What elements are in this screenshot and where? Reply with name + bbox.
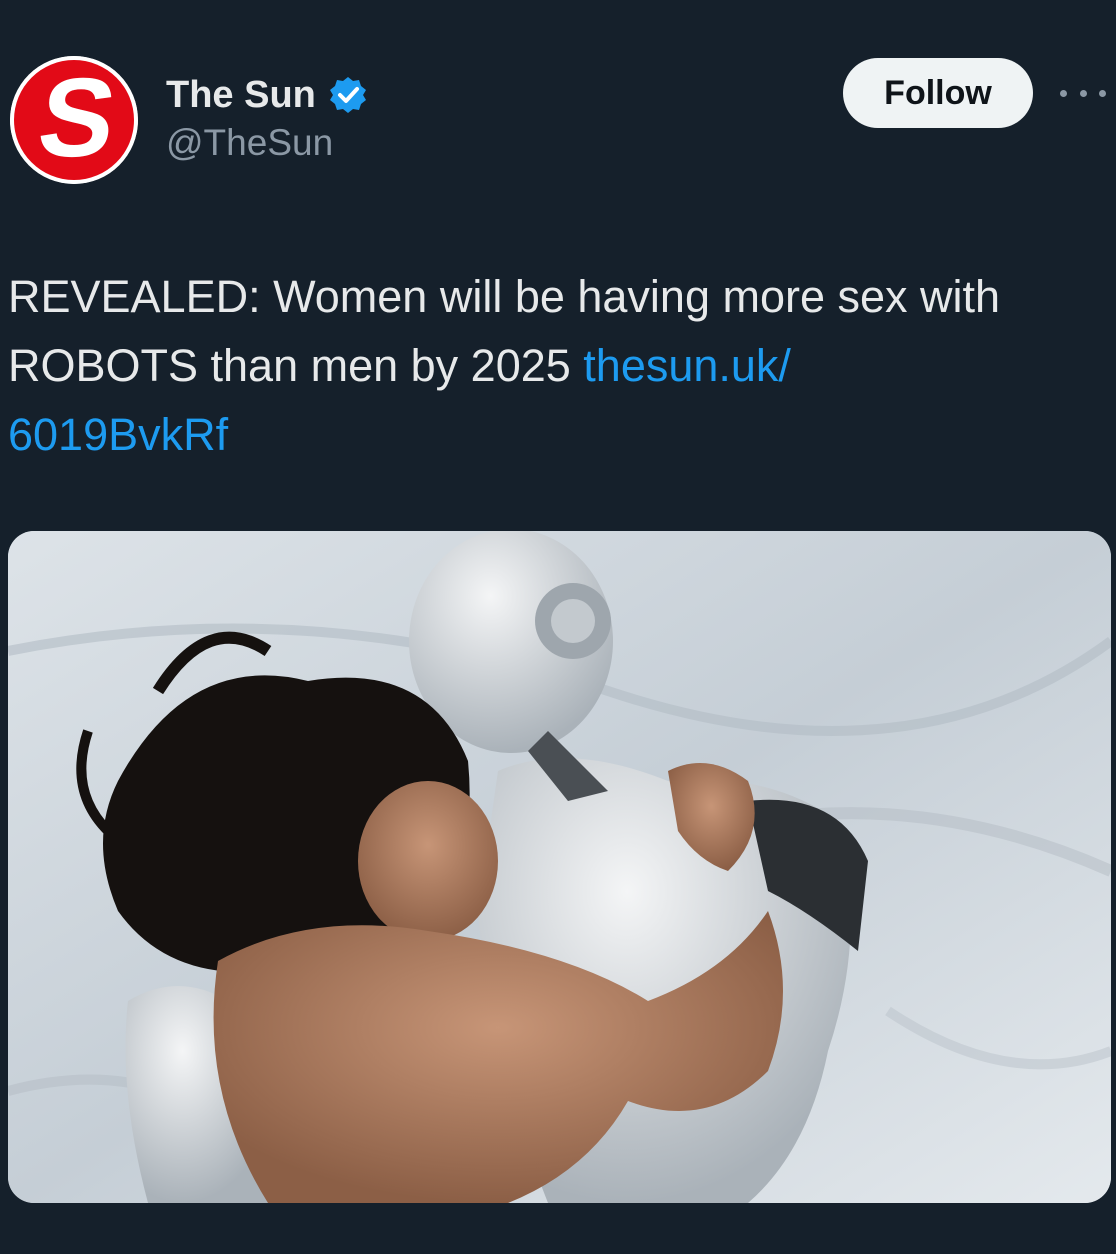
tweet-body: REVEALED: Women will be having more sex … [8,271,1001,391]
the-sun-logo-icon: S [10,56,138,184]
tweet-link-part1[interactable]: thesun.uk/ [583,340,791,391]
more-options-icon[interactable] [1060,78,1106,108]
more-dot [1099,89,1106,97]
more-dot [1079,89,1087,97]
display-name[interactable]: The Sun [166,74,316,117]
tweet-link-part2[interactable]: 6019BvkRf [8,409,228,460]
more-dot [1060,89,1067,97]
handle[interactable]: @TheSun [166,122,368,164]
follow-button[interactable]: Follow [843,58,1033,128]
verified-badge-icon [328,75,368,115]
author-block: The Sun @TheSun [166,70,368,164]
tweet-media-image[interactable] [8,531,1111,1203]
avatar[interactable]: S [10,56,138,184]
photo-image [8,531,1111,1203]
tweet-text: REVEALED: Women will be having more sex … [8,262,1108,469]
